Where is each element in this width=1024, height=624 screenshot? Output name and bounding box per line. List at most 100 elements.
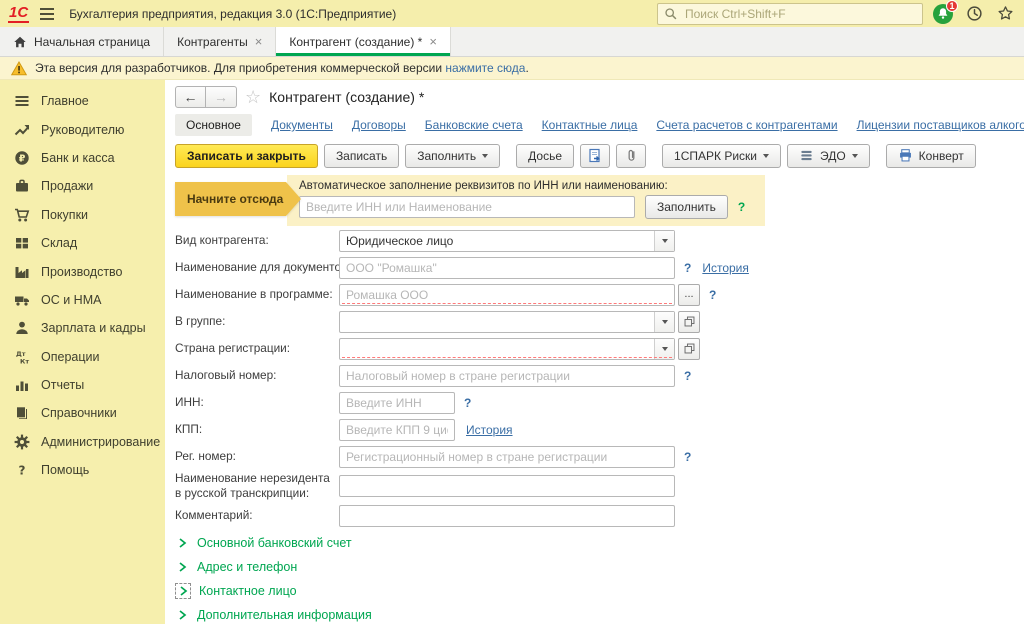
nav-link-scheta-raschetov[interactable]: Счета расчетов с контрагентами: [656, 118, 837, 132]
close-icon[interactable]: ×: [255, 35, 263, 48]
sidebar-item-sklad[interactable]: Склад: [0, 229, 165, 257]
forward-arrow-icon[interactable]: →: [206, 86, 237, 108]
inn-input[interactable]: [339, 392, 455, 414]
sidebar-item-zarplata-i-kadry[interactable]: Зарплата и кадры: [0, 314, 165, 342]
search-input[interactable]: [683, 6, 916, 22]
reg-number-input[interactable]: [339, 446, 675, 468]
form-fields: Вид контрагента: Юридическое лицо Наимен…: [175, 227, 1024, 529]
country-combobox[interactable]: [339, 338, 675, 360]
help-icon[interactable]: ?: [684, 261, 691, 275]
sidebar-item-rukovoditelyu[interactable]: Руководителю: [0, 115, 165, 143]
dossier-button[interactable]: Досье: [516, 144, 574, 168]
paperclip-icon: [624, 148, 639, 163]
envelope-print-button[interactable]: Конверт: [886, 144, 976, 168]
tab-home[interactable]: Начальная страница: [0, 27, 164, 56]
sidebar-item-glavnoe[interactable]: Главное: [0, 87, 165, 115]
section-address-phone[interactable]: Адрес и телефон: [175, 555, 1024, 579]
nonresident-name-input[interactable]: [339, 475, 675, 497]
document-send-button[interactable]: [580, 144, 610, 168]
history-link[interactable]: История: [466, 423, 513, 437]
nav-tab-osnovnoe[interactable]: Основное: [175, 114, 252, 136]
select-from-list-button[interactable]: [678, 338, 700, 360]
autofill-fill-button[interactable]: Заполнить: [645, 195, 728, 219]
field-label: Вид контрагента:: [175, 233, 339, 248]
tab-label: Контрагент (создание) *: [289, 35, 422, 49]
save-and-close-button[interactable]: Записать и закрыть: [175, 144, 318, 168]
close-icon[interactable]: ×: [429, 35, 437, 48]
field-label: КПП:: [175, 422, 339, 437]
sidebar-item-bank-i-kassa[interactable]: ₽ Банк и касса: [0, 144, 165, 172]
back-arrow-icon[interactable]: ←: [175, 86, 206, 108]
group-combobox[interactable]: [339, 311, 675, 333]
sidebar-item-pokupki[interactable]: Покупки: [0, 201, 165, 229]
sidebar-item-label: Зарплата и кадры: [41, 321, 146, 335]
kind-combobox[interactable]: Юридическое лицо: [339, 230, 675, 252]
sidebar-item-operacii[interactable]: Дт Кт Операции: [0, 343, 165, 371]
notifications-button[interactable]: 1: [932, 3, 954, 25]
inn-or-name-input[interactable]: [299, 196, 635, 218]
help-icon[interactable]: ?: [684, 450, 691, 464]
history-link[interactable]: История: [702, 261, 749, 275]
spark-risks-dropdown-button[interactable]: 1СПАРК Риски: [662, 144, 781, 168]
chevron-down-icon[interactable]: [654, 312, 674, 332]
sidebar-item-prodazhi[interactable]: Продажи: [0, 172, 165, 200]
printer-icon: [898, 148, 913, 163]
hamburger-menu-icon[interactable]: [38, 6, 56, 22]
help-icon[interactable]: ?: [738, 200, 745, 214]
nav-link-kontaktnye-lica[interactable]: Контактные лица: [542, 118, 638, 132]
sidebar-item-otchety[interactable]: Отчеты: [0, 371, 165, 399]
select-from-list-button[interactable]: [678, 311, 700, 333]
field-label: Наименование для документов:: [175, 260, 339, 275]
help-icon[interactable]: ?: [709, 288, 716, 302]
briefcase-icon: [14, 178, 30, 194]
sidebar-item-os-i-nma[interactable]: ОС и НМА: [0, 286, 165, 314]
sidebar-item-administrirovanie[interactable]: Администрирование: [0, 428, 165, 456]
collapsible-sections: Основной банковский счет Адрес и телефон…: [175, 531, 1024, 624]
nav-link-bankovskie-scheta[interactable]: Банковские счета: [425, 118, 523, 132]
name-in-program-input[interactable]: [339, 284, 675, 306]
warning-triangle-icon: [11, 61, 27, 76]
purchase-link[interactable]: нажмите сюда: [445, 61, 525, 75]
save-button[interactable]: Записать: [324, 144, 399, 168]
help-icon[interactable]: ?: [684, 369, 691, 383]
section-label: Контактное лицо: [199, 584, 297, 598]
attach-file-button[interactable]: [616, 144, 646, 168]
name-for-documents-input[interactable]: [339, 257, 675, 279]
tab-kontragenty[interactable]: Контрагенты ×: [164, 27, 276, 56]
nav-link-dokumenty[interactable]: Документы: [271, 118, 333, 132]
sidebar-item-label: Производство: [41, 265, 123, 279]
sidebar-item-label: Руководителю: [41, 123, 124, 137]
menu-lines-icon: [14, 93, 30, 109]
more-options-button[interactable]: ...: [678, 284, 700, 306]
global-search[interactable]: [657, 3, 923, 25]
field-label: Наименование нерезидента в русской транс…: [175, 471, 333, 500]
chevron-down-icon: [763, 154, 769, 158]
history-button[interactable]: [963, 3, 985, 25]
section-main-bank-account[interactable]: Основной банковский счет: [175, 531, 1024, 555]
question-icon: ?: [14, 462, 30, 478]
sidebar-item-spravochniki[interactable]: Справочники: [0, 399, 165, 427]
chevron-right-icon: [175, 583, 191, 599]
favorites-button[interactable]: [994, 3, 1016, 25]
tab-kontragent-create[interactable]: Контрагент (создание) * ×: [276, 27, 451, 56]
section-contact-person[interactable]: Контактное лицо: [175, 579, 1024, 603]
sidebar-item-label: Склад: [41, 236, 77, 250]
chevron-down-icon[interactable]: [654, 339, 674, 359]
tax-number-input[interactable]: [339, 365, 675, 387]
sidebar-item-pomosch[interactable]: ? Помощь: [0, 456, 165, 484]
edo-dropdown-button[interactable]: ЭДО: [787, 144, 870, 168]
nav-link-licenzii[interactable]: Лицензии поставщиков алкогольной продукц…: [857, 118, 1024, 132]
kpp-input[interactable]: [339, 419, 455, 441]
sidebar-item-proizvodstvo[interactable]: Производство: [0, 257, 165, 285]
field-row-inn: ИНН: ?: [175, 389, 1024, 416]
chevron-down-icon[interactable]: [654, 231, 674, 251]
form-nav: Основное Документы Договоры Банковские с…: [175, 113, 1024, 137]
comment-input[interactable]: [339, 505, 675, 527]
help-icon[interactable]: ?: [464, 396, 471, 410]
nav-link-dogovory[interactable]: Договоры: [352, 118, 406, 132]
section-additional-info[interactable]: Дополнительная информация: [175, 603, 1024, 624]
fill-dropdown-button[interactable]: Заполнить: [405, 144, 500, 168]
sidebar-item-label: Операции: [41, 350, 99, 364]
star-outline-icon[interactable]: ☆: [245, 88, 261, 106]
field-row-group: В группе:: [175, 308, 1024, 335]
